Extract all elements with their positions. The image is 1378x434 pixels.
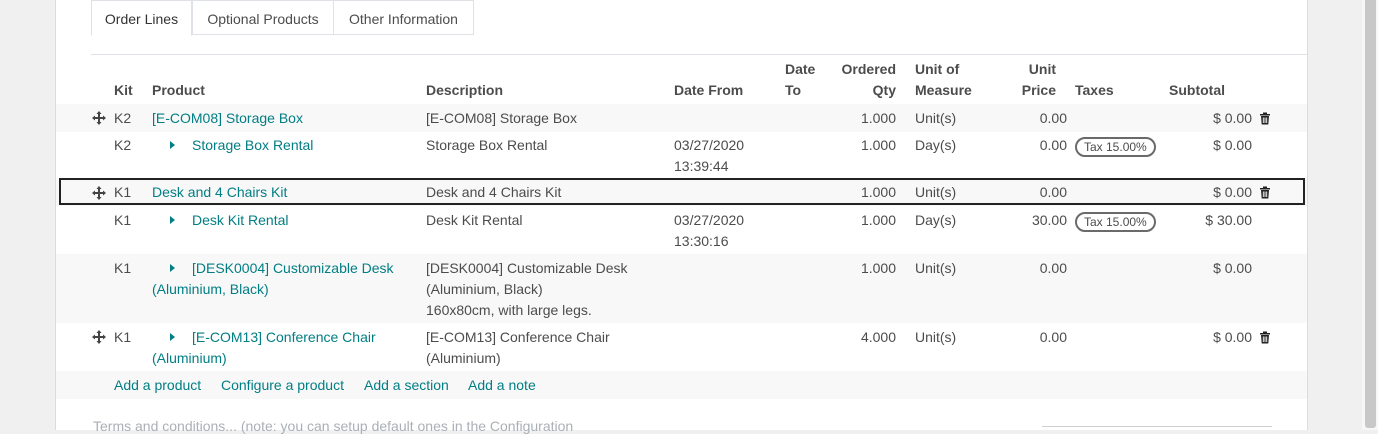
column-subtotal[interactable]: Subtotal — [1169, 80, 1225, 101]
tab-order-lines[interactable]: Order Lines — [91, 0, 192, 36]
sale-order-sheet: Order Lines Optional Products Other Info… — [55, 0, 1308, 434]
column-date-from[interactable]: Date From — [674, 80, 743, 101]
product-link[interactable]: [E-COM08] Storage Box — [152, 108, 303, 129]
kit-cell: K1 — [114, 329, 132, 345]
uom-cell: Day(s) — [915, 137, 957, 153]
tax-badge: Tax 15.00% — [1075, 212, 1156, 232]
description-cell: Desk Kit Rental — [426, 212, 523, 228]
table-row[interactable]: K2 Storage Box Rental Storage Box Rental… — [56, 132, 1307, 178]
table-row[interactable]: K1 Desk Kit Rental Desk Kit Rental 03/27… — [56, 206, 1307, 254]
uom-cell: Unit(s) — [915, 329, 957, 345]
price-cell: 30.00 — [1031, 212, 1067, 228]
column-product[interactable]: Product — [152, 80, 205, 101]
date-from-cell: 03/27/2020 — [674, 137, 745, 153]
column-ordered-qty-line1[interactable]: Ordered — [816, 59, 896, 80]
column-taxes[interactable]: Taxes — [1075, 80, 1114, 101]
price-cell: 0.00 — [1039, 260, 1067, 276]
configure-product-link[interactable]: Configure a product — [221, 375, 344, 396]
description-cell: [E-COM08] Storage Box — [426, 110, 577, 126]
description-cell: [E-COM13] Conference Chair — [426, 329, 610, 345]
uom-cell: Unit(s) — [915, 110, 957, 126]
subtotal-cell: $ 0.00 — [1213, 329, 1252, 345]
description-cell: Storage Box Rental — [426, 137, 548, 153]
price-cell: 0.00 — [1039, 110, 1067, 126]
qty-cell: 1.000 — [860, 212, 896, 228]
table-row[interactable]: K2 [E-COM08] Storage Box [E-COM08] Stora… — [56, 104, 1307, 132]
product-link-line2[interactable]: (Aluminium) — [152, 348, 227, 369]
uom-cell: Unit(s) — [915, 260, 957, 276]
column-date-to-line1[interactable]: Date — [785, 59, 815, 80]
product-link-line2[interactable]: (Aluminium, Black) — [152, 279, 269, 300]
scrollbar-thumb[interactable] — [1365, 0, 1376, 428]
qty-cell: 1.000 — [860, 110, 896, 126]
trash-icon[interactable] — [1259, 112, 1271, 125]
date-from-time: 13:30:16 — [674, 233, 729, 249]
product-link[interactable]: Desk Kit Rental — [192, 210, 288, 231]
price-cell: 0.00 — [1039, 137, 1067, 153]
kit-cell: K1 — [114, 212, 132, 228]
add-product-link[interactable]: Add a product — [114, 375, 201, 396]
tabs-divider — [91, 54, 1307, 55]
uom-cell: Day(s) — [915, 212, 957, 228]
add-note-link[interactable]: Add a note — [468, 375, 536, 396]
selected-row-outline — [59, 178, 1305, 205]
description-line2: (Aluminium) — [426, 350, 501, 366]
kit-cell: K2 — [114, 137, 132, 153]
trash-icon[interactable] — [1259, 331, 1271, 344]
add-line-row: Add a product Configure a product Add a … — [56, 371, 1307, 399]
table-row[interactable]: K1 [E-COM13] Conference Chair (Aluminium… — [56, 323, 1307, 371]
column-unit-price-line1[interactable]: Unit — [996, 59, 1056, 80]
tab-optional-products[interactable]: Optional Products — [192, 0, 334, 35]
kit-cell: K2 — [114, 110, 132, 126]
column-date-to-line2[interactable]: To — [785, 80, 801, 101]
caret-right-icon — [170, 141, 175, 149]
description-cell: [DESK0004] Customizable Desk — [426, 260, 628, 276]
subtotal-cell: $ 0.00 — [1213, 110, 1252, 126]
date-from-time: 13:39:44 — [674, 158, 729, 174]
tab-other-information[interactable]: Other Information — [333, 0, 474, 35]
description-line2: (Aluminium, Black) — [426, 281, 543, 297]
column-ordered-qty-line2[interactable]: Qty — [816, 80, 896, 101]
subtotal-cell: $ 0.00 — [1213, 137, 1252, 153]
drag-handle-icon[interactable] — [92, 111, 106, 125]
subtotal-cell: $ 0.00 — [1213, 260, 1252, 276]
product-link[interactable]: [E-COM13] Conference Chair — [192, 327, 376, 348]
drag-handle-icon[interactable] — [92, 330, 106, 344]
product-link[interactable]: Storage Box Rental — [192, 135, 313, 156]
column-uom-line1[interactable]: Unit of — [915, 59, 959, 80]
price-cell: 0.00 — [1039, 329, 1067, 345]
column-uom-line2[interactable]: Measure — [915, 80, 972, 101]
qty-cell: 4.000 — [860, 329, 896, 345]
terms-and-conditions-field[interactable]: Terms and conditions... (note: you can s… — [93, 418, 573, 434]
add-section-link[interactable]: Add a section — [364, 375, 449, 396]
product-link[interactable]: [DESK0004] Customizable Desk — [192, 258, 394, 279]
vertical-scrollbar[interactable] — [1362, 0, 1378, 430]
date-from-cell: 03/27/2020 — [674, 212, 745, 228]
caret-right-icon — [170, 216, 175, 224]
subtotal-cell: $ 30.00 — [1205, 212, 1252, 228]
table-row[interactable]: K1 [DESK0004] Customizable Desk (Alumini… — [56, 254, 1307, 323]
column-kit[interactable]: Kit — [114, 80, 133, 101]
tax-badge: Tax 15.00% — [1075, 137, 1156, 157]
caret-right-icon — [170, 264, 175, 272]
column-unit-price-line2[interactable]: Price — [996, 80, 1056, 101]
qty-cell: 1.000 — [860, 137, 896, 153]
caret-right-icon — [170, 333, 175, 341]
column-description[interactable]: Description — [426, 80, 503, 101]
kit-cell: K1 — [114, 260, 132, 276]
totals-field-edge — [1042, 426, 1272, 427]
qty-cell: 1.000 — [860, 260, 896, 276]
description-line3: 160x80cm, with large legs. — [426, 302, 592, 318]
